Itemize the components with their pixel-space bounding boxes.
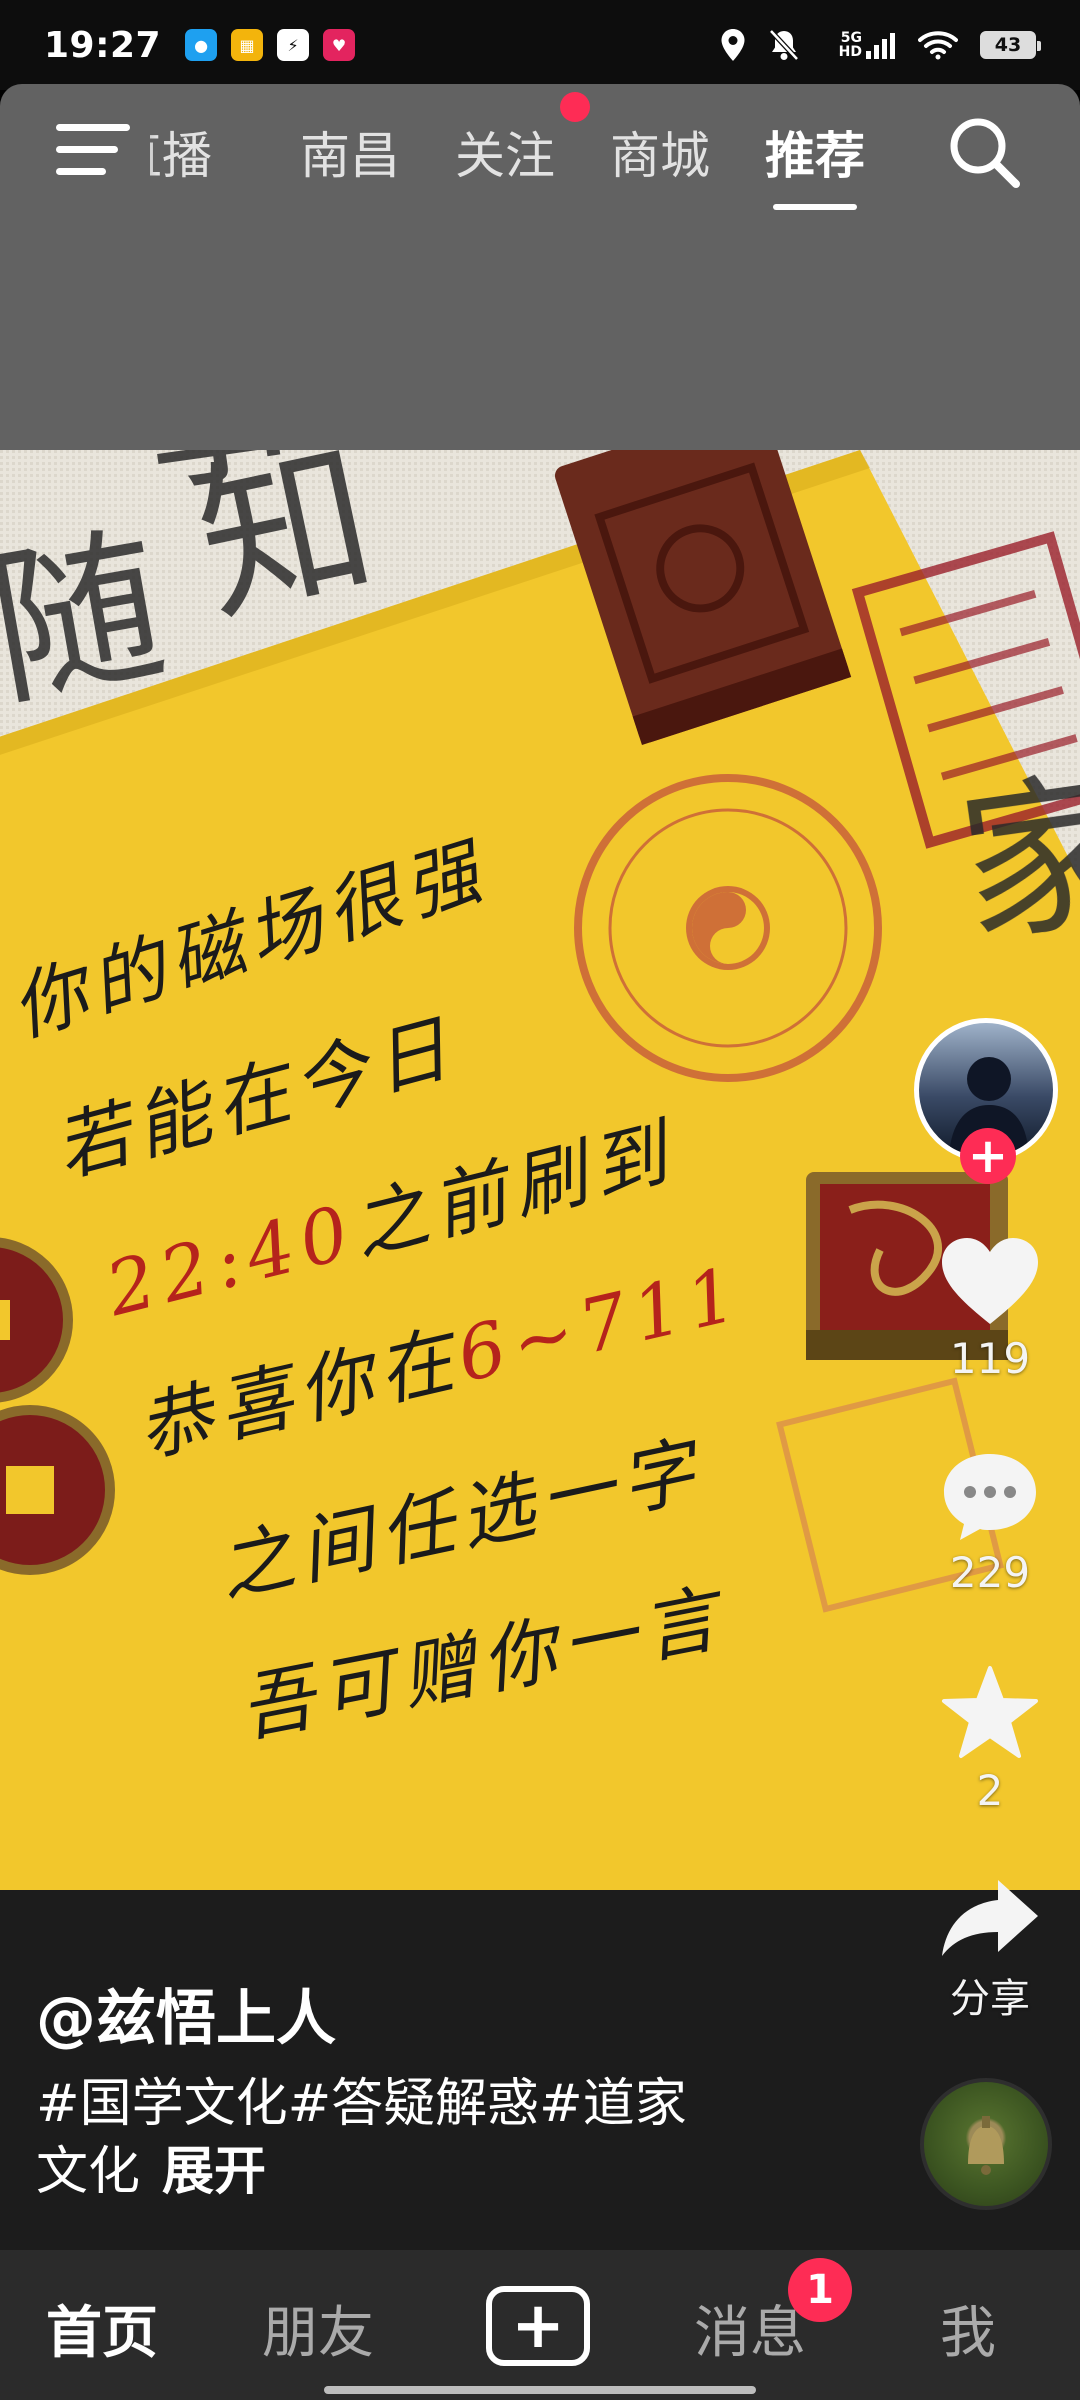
video-player[interactable]: 随 知 事 家 你的磁场很强 若能在今日 22:40之前刷到 恭喜你在6~711… — [0, 450, 1080, 1890]
bottom-nav: 首页 朋友 + 消息 我 — [0, 2250, 1080, 2400]
video-description: #国学文化#答疑解惑#道家 文化 展开 — [36, 2070, 796, 2206]
music-disc[interactable] — [920, 2078, 1052, 2210]
create-button[interactable]: + — [486, 2286, 590, 2366]
location-icon — [721, 29, 745, 61]
share-button[interactable]: 分享 — [930, 1876, 1050, 2024]
star-icon — [942, 1666, 1038, 1758]
comment-icon — [944, 1454, 1036, 1540]
follow-button[interactable]: + — [960, 1128, 1016, 1184]
signal-bars-icon — [866, 33, 895, 59]
status-time: 19:27 — [44, 24, 162, 66]
following-notification-dot — [560, 92, 590, 122]
mute-bell-icon — [769, 29, 799, 61]
comment-button[interactable]: 229 — [930, 1450, 1050, 1597]
battery-icon: 43 — [980, 31, 1041, 59]
wifi-icon — [918, 31, 958, 60]
menu-icon[interactable] — [56, 124, 130, 180]
bell-icon — [968, 2116, 1004, 2175]
comment-count: 229 — [949, 1548, 1031, 1597]
news-app-icon: ▦ — [231, 29, 264, 61]
heart-icon — [942, 1238, 1038, 1324]
messages-badge: 1 — [788, 2258, 852, 2322]
expand-button[interactable]: 展开 — [162, 2142, 266, 2202]
like-button[interactable]: 119 — [930, 1236, 1050, 1383]
hashtags-line-1[interactable]: #国学文化#答疑解惑#道家 — [36, 2070, 796, 2138]
tab-nanchang[interactable]: 南昌 — [300, 118, 400, 194]
tab-live[interactable]: 直播 — [150, 118, 212, 194]
home-indicator[interactable] — [324, 2386, 756, 2394]
tab-following[interactable]: 关注 — [455, 118, 555, 194]
qq-icon: ● — [185, 29, 218, 61]
tab-recommend[interactable]: 推荐 — [765, 118, 865, 210]
signal-indicator: 5G HD — [822, 31, 896, 59]
nav-home[interactable]: 首页 — [46, 2288, 158, 2369]
share-arrow-icon — [942, 1880, 1038, 1956]
favorite-count: 2 — [976, 1766, 1004, 1815]
hashtags-line-2[interactable]: 文化 — [36, 2142, 140, 2202]
flash-app-icon: ⚡ — [277, 29, 310, 61]
shopping-app-icon: ♥ — [323, 29, 356, 61]
network-type: 5G HD — [838, 30, 862, 60]
like-count: 119 — [949, 1334, 1031, 1383]
status-notification-icons: ● ▦ ⚡ ♥ — [185, 29, 356, 61]
nav-friends[interactable]: 朋友 — [262, 2288, 374, 2369]
tab-mall[interactable]: 商城 — [610, 118, 710, 194]
share-label: 分享 — [950, 1976, 1030, 2022]
author-name[interactable]: @兹悟上人 — [36, 1970, 336, 2057]
description-line-2: 文化 展开 — [36, 2138, 796, 2206]
status-indicators: 5G HD 43 — [720, 28, 1041, 62]
top-nav-area: 直播 南昌 关注 商城 推荐 — [0, 84, 1080, 450]
nav-me[interactable]: 我 — [940, 2288, 996, 2369]
top-tabs: 直播 南昌 关注 商城 推荐 — [150, 118, 920, 228]
status-bar: 19:27 ● ▦ ⚡ ♥ 5G HD 43 — [0, 0, 1080, 90]
search-icon[interactable] — [944, 112, 1024, 192]
favorite-button[interactable]: 2 — [930, 1664, 1050, 1815]
